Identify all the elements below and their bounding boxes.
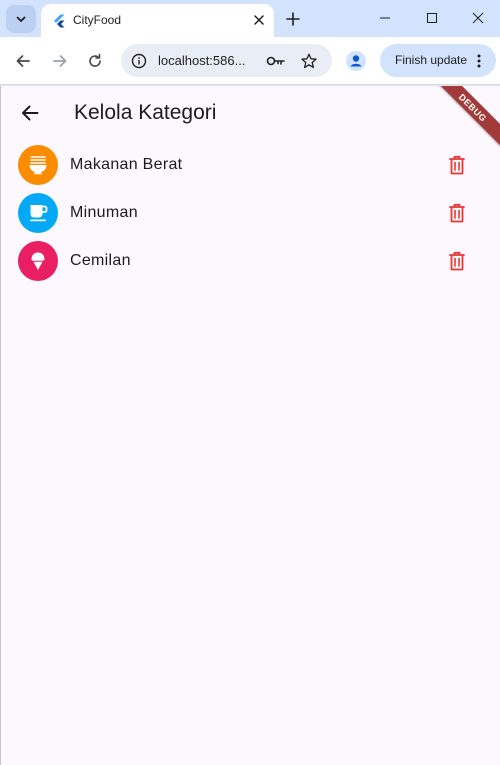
more-vert-icon [477, 54, 481, 68]
password-key-button[interactable] [265, 51, 287, 71]
info-icon [131, 53, 147, 69]
reload-icon [89, 53, 101, 67]
delete-button[interactable] [445, 153, 469, 177]
list-item[interactable]: Makanan Berat [1, 141, 500, 189]
maximize-icon [427, 13, 437, 23]
url-text: localhost:586... [158, 53, 246, 68]
category-avatar [18, 241, 58, 281]
browser-toolbar: localhost:586... Finish update [0, 37, 500, 85]
profile-button[interactable] [345, 50, 367, 72]
tab-search-button[interactable] [6, 5, 36, 33]
reload-button[interactable] [83, 49, 107, 73]
category-name: Minuman [70, 204, 138, 221]
category-avatar [18, 145, 58, 185]
plus-icon [286, 12, 300, 26]
category-name: Makanan Berat [70, 156, 183, 173]
back-button[interactable] [15, 98, 45, 128]
page-title: Kelola Kategori [74, 101, 217, 124]
close-icon [254, 15, 264, 25]
key-icon [266, 56, 285, 66]
browser-tab[interactable]: CityFood [41, 4, 274, 37]
minimize-icon [380, 17, 390, 19]
chevron-down-icon [16, 16, 26, 22]
bookmark-button[interactable] [298, 50, 320, 72]
trash-icon [449, 155, 465, 175]
more-menu-button[interactable] [473, 51, 485, 71]
arrow-right-icon [53, 55, 67, 67]
site-info-button[interactable] [129, 51, 149, 71]
coffee-cup-icon [30, 205, 48, 222]
category-avatar [18, 193, 58, 233]
category-name: Cemilan [70, 252, 131, 269]
app-viewport: Kelola Kategori DEBUG Makanan Berat Minu… [0, 86, 500, 765]
star-icon [301, 53, 317, 69]
trash-icon [449, 251, 465, 271]
category-list: Makanan Berat Minuman Cemilan [1, 141, 500, 285]
flutter-icon [54, 14, 65, 28]
tab-close-button[interactable] [249, 10, 269, 30]
avatar-icon [346, 51, 366, 71]
forward-nav-button[interactable] [48, 49, 72, 73]
arrow-left-icon [16, 55, 30, 67]
minimize-button[interactable] [362, 4, 408, 32]
delete-button[interactable] [445, 201, 469, 225]
address-bar[interactable]: localhost:586... [121, 44, 332, 77]
new-tab-button[interactable] [282, 8, 304, 30]
finish-update-label: Finish update [395, 53, 468, 67]
window-close-button[interactable] [455, 4, 500, 32]
ramen-dining-icon [29, 156, 47, 175]
close-icon [472, 12, 484, 24]
app-bar: Kelola Kategori [1, 86, 500, 141]
list-item[interactable]: Minuman [1, 189, 500, 237]
tab-title: CityFood [73, 13, 122, 27]
arrow-back-icon [22, 105, 39, 121]
trash-icon [449, 203, 465, 223]
list-item[interactable]: Cemilan [1, 237, 500, 285]
ice-cream-icon [31, 252, 45, 270]
back-nav-button[interactable] [11, 49, 35, 73]
maximize-button[interactable] [409, 4, 455, 32]
delete-button[interactable] [445, 249, 469, 273]
finish-update-button[interactable]: Finish update [380, 44, 496, 77]
browser-tab-strip: CityFood [0, 0, 500, 37]
